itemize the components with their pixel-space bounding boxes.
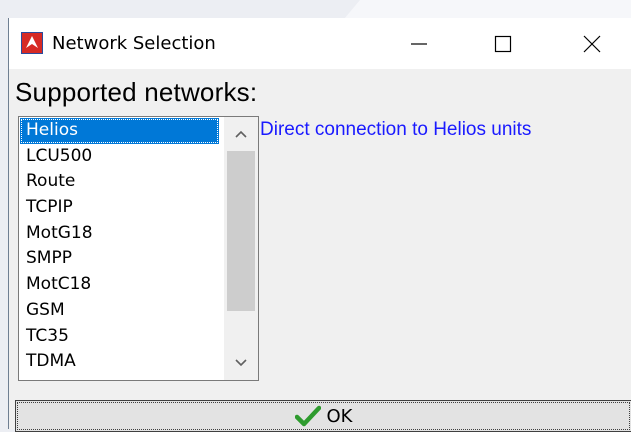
list-item-motc18[interactable]: MotC18 bbox=[20, 272, 219, 298]
title-bar[interactable]: Network Selection bbox=[9, 18, 631, 69]
supported-networks-label: Supported networks: bbox=[15, 77, 258, 107]
network-selection-window: Network Selection Supported networks: He… bbox=[8, 18, 631, 432]
close-button[interactable] bbox=[569, 18, 615, 69]
minimize-button[interactable] bbox=[396, 18, 442, 69]
scroll-thumb[interactable] bbox=[227, 151, 255, 311]
list-item-tdma[interactable]: TDMA bbox=[20, 349, 219, 375]
app-logo-icon bbox=[21, 32, 43, 54]
scroll-down-button[interactable] bbox=[224, 346, 258, 380]
list-item-helios[interactable]: Helios bbox=[20, 118, 219, 144]
checkmark-icon bbox=[294, 405, 321, 427]
vertical-scrollbar[interactable] bbox=[224, 117, 258, 380]
close-icon bbox=[583, 35, 601, 52]
network-description: Direct connection to Helios units bbox=[260, 119, 532, 140]
minimize-icon bbox=[411, 42, 427, 45]
list-item-motg18[interactable]: MotG18 bbox=[20, 221, 219, 247]
window-title: Network Selection bbox=[52, 33, 216, 54]
chevron-up-icon bbox=[235, 130, 247, 138]
maximize-icon bbox=[494, 35, 512, 52]
list-item-gsm[interactable]: GSM bbox=[20, 298, 219, 324]
dialog-content: Supported networks: Helios LCU500 Route … bbox=[9, 69, 631, 432]
maximize-button[interactable] bbox=[480, 18, 526, 69]
list-item-tcpip[interactable]: TCPIP bbox=[20, 195, 219, 221]
ok-button-content: OK bbox=[294, 405, 353, 427]
network-list: Helios LCU500 Route TCPIP MotG18 SMPP Mo… bbox=[20, 118, 219, 375]
network-listbox[interactable]: Helios LCU500 Route TCPIP MotG18 SMPP Mo… bbox=[18, 116, 259, 381]
chevron-down-icon bbox=[235, 359, 247, 367]
scroll-up-button[interactable] bbox=[224, 117, 258, 151]
ok-button[interactable]: OK bbox=[15, 400, 631, 432]
ok-button-label: OK bbox=[326, 405, 353, 427]
list-item-lcu500[interactable]: LCU500 bbox=[20, 144, 219, 170]
list-item-smpp[interactable]: SMPP bbox=[20, 246, 219, 272]
list-item-tc35[interactable]: TC35 bbox=[20, 324, 219, 350]
list-item-route[interactable]: Route bbox=[20, 169, 219, 195]
